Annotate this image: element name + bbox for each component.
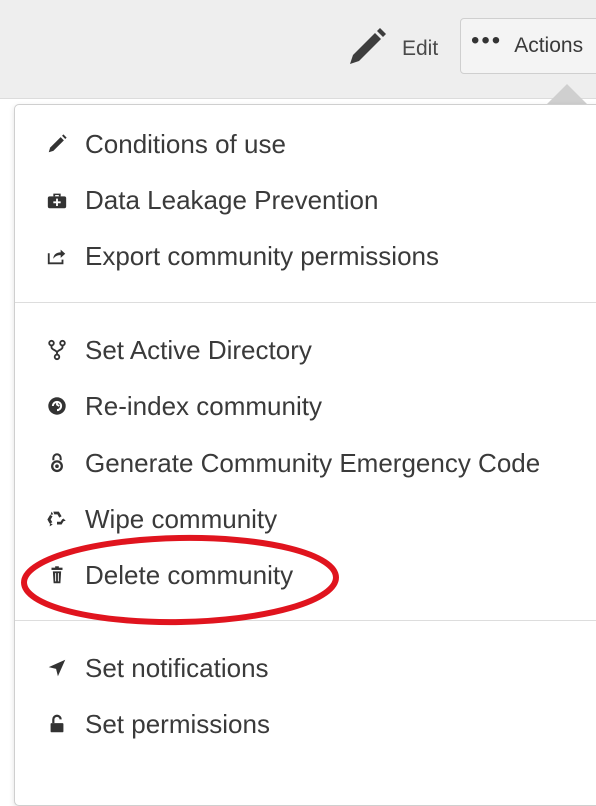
menu-item-set-permissions[interactable]: Set permissions: [45, 704, 270, 744]
menu-item-label: Export community permissions: [85, 240, 439, 271]
menu-item-label: Conditions of use: [85, 128, 286, 159]
menu-item-delete-community[interactable]: Delete community: [45, 555, 293, 595]
recycle-icon: [45, 507, 69, 531]
fork-icon: [45, 338, 69, 362]
menu-item-label: Set permissions: [85, 708, 270, 739]
menu-item-set-notifications[interactable]: Set notifications: [45, 648, 269, 688]
actions-label: Actions: [514, 34, 584, 57]
menu-item-export-community-permissions[interactable]: Export community permissions: [45, 236, 439, 276]
actions-dropdown-menu: Conditions of use Data Leakage Preventio…: [14, 104, 596, 806]
menu-item-conditions-of-use[interactable]: Conditions of use: [45, 124, 286, 164]
actions-button[interactable]: ••• Actions: [460, 18, 596, 74]
toolbar: Edit ••• Actions: [0, 0, 596, 99]
pencil-icon: [344, 24, 390, 75]
menu-divider: [15, 620, 596, 621]
menu-item-label: Set notifications: [85, 652, 269, 683]
menu-item-set-active-directory[interactable]: Set Active Directory: [45, 330, 312, 370]
dropdown-caret: [546, 84, 588, 105]
location-arrow-icon: [45, 656, 69, 680]
menu-item-label: Delete community: [85, 559, 294, 590]
edit-label: Edit: [402, 37, 439, 60]
more-dots-icon: •••: [471, 27, 503, 54]
export-icon: [45, 244, 69, 268]
pencil-icon: [45, 132, 69, 156]
menu-divider: [15, 302, 596, 303]
lock-badge-icon: [45, 451, 69, 475]
menu-item-re-index-community[interactable]: Re-index community: [45, 386, 322, 426]
menu-item-wipe-community[interactable]: Wipe community: [45, 499, 277, 539]
menu-item-label: Re-index community: [85, 390, 322, 421]
menu-item-generate-emergency-code[interactable]: Generate Community Emergency Code: [45, 443, 540, 483]
menu-item-label: Set Active Directory: [85, 334, 312, 365]
trash-icon: [45, 563, 69, 587]
reindex-icon: [45, 394, 69, 418]
menu-item-label: Wipe community: [85, 503, 278, 534]
menu-item-data-leakage-prevention[interactable]: Data Leakage Prevention: [45, 180, 378, 220]
edit-button[interactable]: Edit: [344, 26, 438, 72]
unlock-icon: [45, 712, 69, 736]
menu-item-label: Generate Community Emergency Code: [85, 447, 541, 478]
medkit-icon: [45, 188, 69, 212]
menu-item-label: Data Leakage Prevention: [85, 184, 379, 215]
